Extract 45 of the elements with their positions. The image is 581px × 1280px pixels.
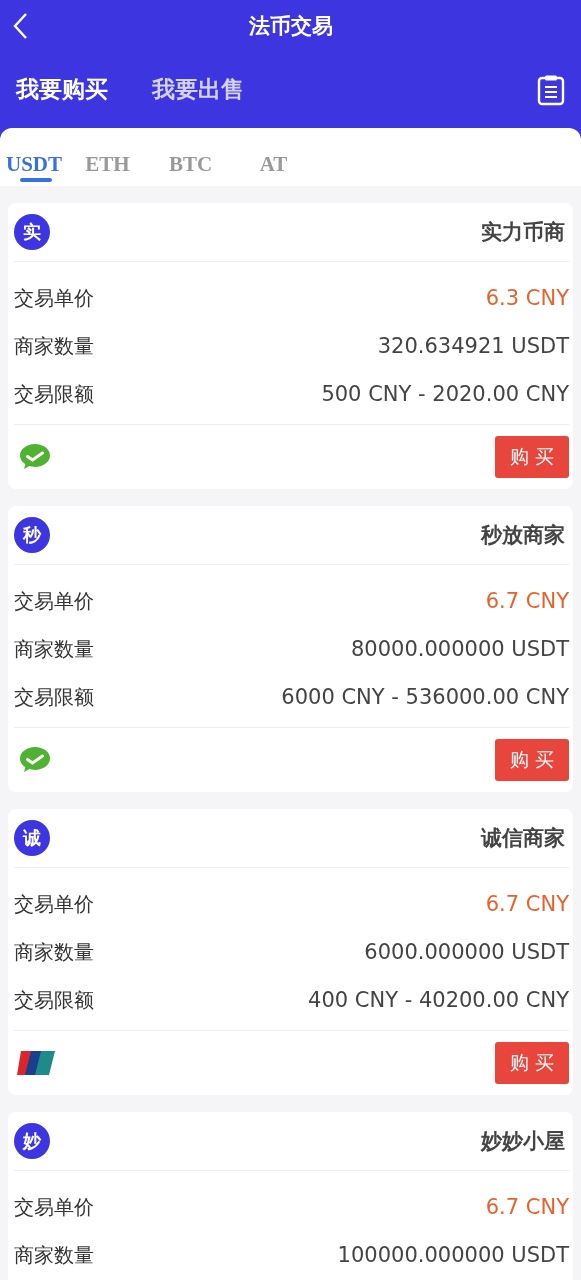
coin-tab[interactable]: ETH: [66, 142, 149, 182]
field-label: 交易限额: [14, 380, 94, 408]
field-label: 商家数量: [14, 938, 94, 966]
field-value: 6000.000000 USDT: [364, 940, 569, 964]
price-value: 6.7 CNY: [485, 1195, 569, 1219]
field-label: 商家数量: [14, 635, 94, 663]
field-label: 交易单价: [14, 890, 94, 918]
merchant-name: 妙妙小屋: [481, 1128, 565, 1155]
field-value: 80000.000000 USDT: [350, 637, 569, 661]
coin-tab[interactable]: USDT: [6, 142, 66, 182]
page-title: 法币交易: [248, 13, 333, 40]
price-value: 6.3 CNY: [485, 286, 569, 310]
merchant-name: 诚信商家: [481, 825, 565, 852]
field-label: 交易单价: [14, 284, 94, 312]
chat-check-icon: [18, 442, 52, 472]
trade-tab[interactable]: 我要购买: [16, 74, 108, 105]
merchant-name: 实力币商: [481, 219, 565, 246]
field-label: 交易限额: [14, 986, 94, 1014]
coin-tab[interactable]: BTC: [149, 142, 232, 182]
field-label: 交易单价: [14, 587, 94, 615]
clipboard-icon[interactable]: [537, 73, 565, 106]
back-icon[interactable]: [12, 12, 28, 40]
field-value: 100000.000000 USDT: [337, 1243, 569, 1267]
trade-tab[interactable]: 我要出售: [152, 74, 244, 105]
buy-button[interactable]: 购 买: [495, 739, 569, 781]
merchant-badge: 妙: [14, 1123, 50, 1159]
card-logo-icon: [16, 1050, 56, 1076]
chat-check-icon: [18, 745, 52, 775]
field-label: 交易限额: [14, 683, 94, 711]
coin-tab[interactable]: AT: [232, 142, 315, 182]
merchant-badge: 实: [14, 214, 50, 250]
buy-button[interactable]: 购 买: [495, 436, 569, 478]
price-value: 6.7 CNY: [485, 892, 569, 916]
field-label: 商家数量: [14, 1241, 94, 1269]
field-value: 500 CNY - 2020.00 CNY: [321, 382, 569, 406]
merchant-badge: 诚: [14, 820, 50, 856]
field-label: 交易单价: [14, 1193, 94, 1221]
price-value: 6.7 CNY: [485, 589, 569, 613]
merchant-badge: 秒: [14, 517, 50, 553]
field-value: 400 CNY - 40200.00 CNY: [308, 988, 569, 1012]
merchant-name: 秒放商家: [481, 522, 565, 549]
field-value: 320.634921 USDT: [377, 334, 569, 358]
field-value: 6000 CNY - 536000.00 CNY: [281, 685, 569, 709]
field-label: 商家数量: [14, 332, 94, 360]
buy-button[interactable]: 购 买: [495, 1042, 569, 1084]
